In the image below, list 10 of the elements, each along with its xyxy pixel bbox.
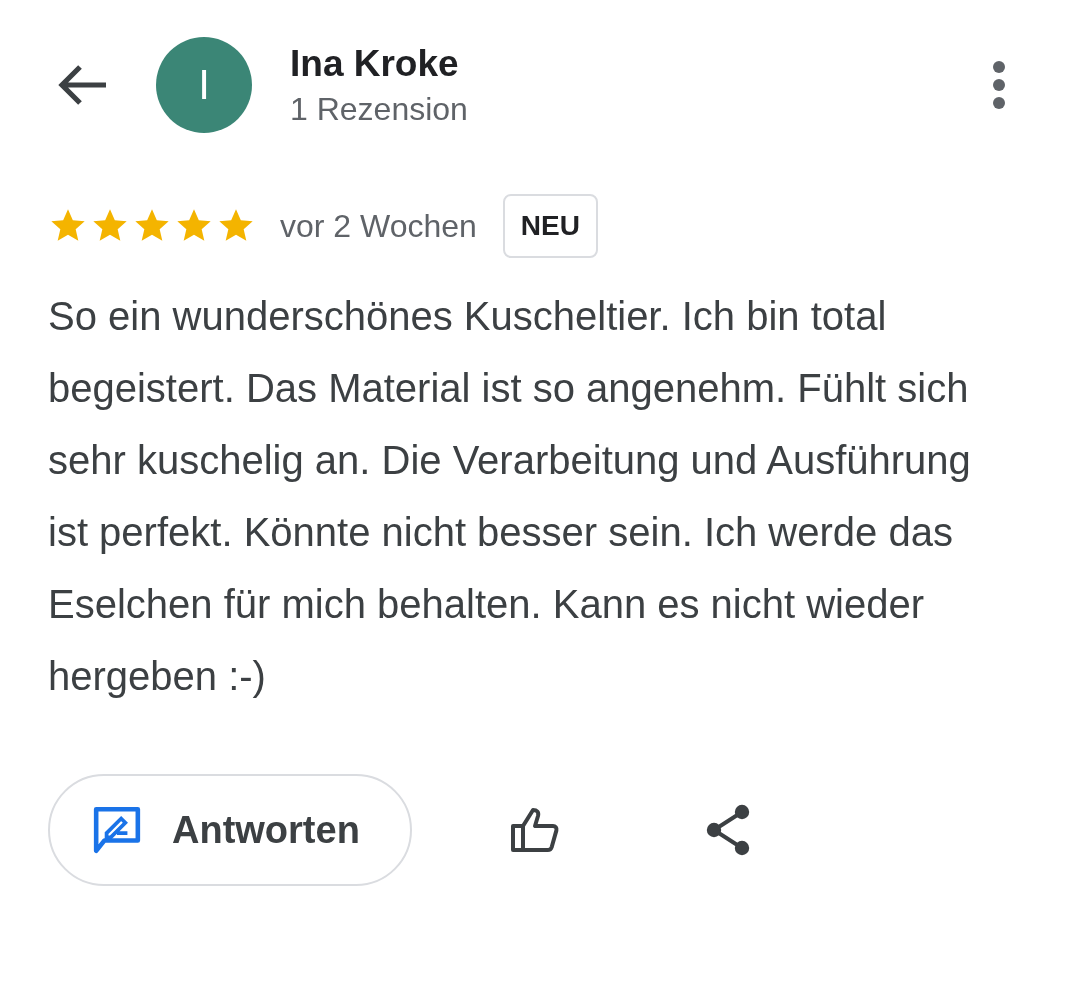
new-badge: NEU (502, 194, 598, 258)
review-time: vor 2 Wochen (280, 207, 477, 245)
reviewer-name: Ina Kroke (290, 42, 460, 85)
avatar: I (156, 37, 252, 133)
review-text: So ein wunderschönes Kuscheltier. Ich bin total begeistert. Das Material ist so angenehm. Fühlt sich sehr kuschelig an. Die Verarbeitung und Ausführung ist perfekt. Könnte nicht besser sein. Ich werde das Eselchen für mich behalten. Kann es nicht wieder hergeben :-) (48, 293, 972, 700)
reply-edit-icon (92, 805, 142, 855)
more-options-icon (992, 60, 1006, 110)
review-count: 1 Rezension (290, 90, 469, 128)
reply-button[interactable]: Antworten (48, 774, 412, 886)
more-options-button[interactable] (992, 60, 1006, 110)
